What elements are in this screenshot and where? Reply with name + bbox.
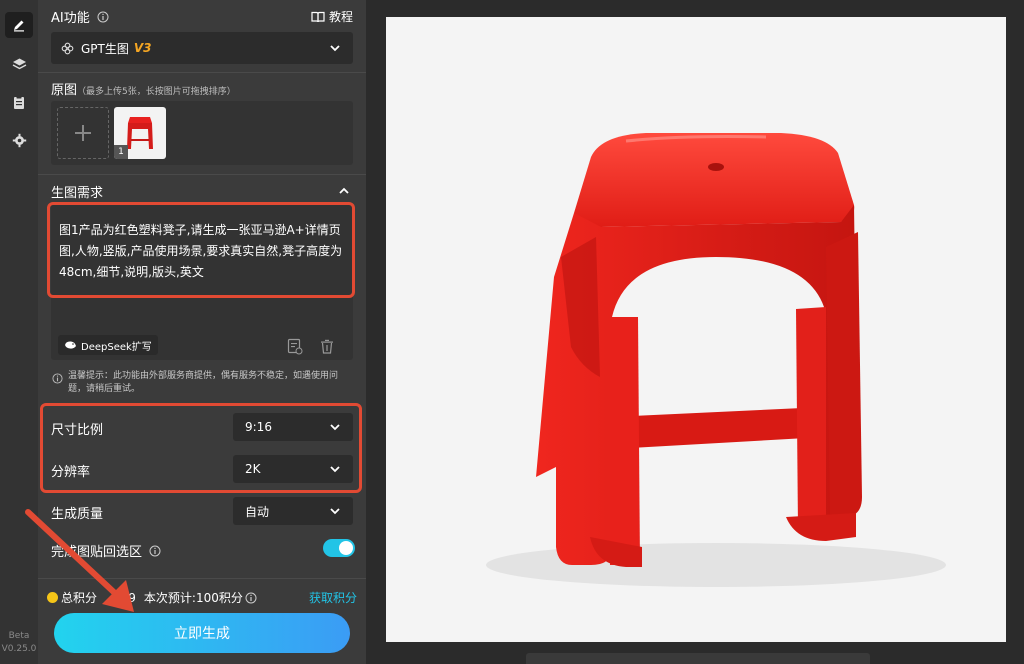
canvas-bottom-toolbar[interactable] [526,653,870,664]
estimate-credits: 本次预计:100积分 [143,591,243,605]
divider [38,72,366,73]
quality-select[interactable]: 自动 [233,497,353,525]
model-select[interactable]: GPT生图 V3 [51,32,353,64]
document-icon[interactable] [287,338,303,355]
flower-icon [61,42,74,54]
get-credits-link[interactable]: 获取积分 [309,589,357,606]
notes-tool-button[interactable] [5,89,33,115]
add-image-button[interactable] [57,107,109,159]
source-images-box: 1 [51,101,353,165]
divider [38,174,366,175]
paste-back-toggle[interactable] [323,539,355,557]
red-stool-image [486,133,946,587]
canvas-area [366,0,1024,664]
edit-tool-button[interactable] [5,12,33,38]
trash-icon[interactable] [320,339,334,354]
source-thumbnail[interactable]: 1 [114,107,166,159]
whale-icon [65,341,76,349]
book-icon [311,11,325,22]
chevron-down-icon [330,508,340,515]
source-images-title: 原图（最多上传5张，长按图片可拖拽排序） [51,83,236,98]
model-name: GPT生图 [81,41,129,56]
product-image[interactable] [386,17,1006,642]
clipboard-icon [14,95,24,109]
tutorial-link[interactable]: 教程 [311,8,353,25]
toggle-knob [339,541,353,555]
service-notice: 温馨提示：此功能由外部服务商提供，偶有服务不稳定，如遇使用问题，请稍后重试。 [68,371,339,394]
chevron-up-icon[interactable] [338,186,350,196]
info-icon [52,373,63,384]
plus-icon [75,125,91,141]
model-version-badge: V3 [133,41,152,55]
prompt-highlight-frame [47,202,355,298]
version-number: V0.25.0 [1,644,37,654]
pencil-icon [14,20,24,32]
info-icon [97,11,109,23]
prompt-title: 生图需求 [51,186,104,201]
layers-tool-button[interactable] [5,51,33,77]
generate-button[interactable]: 立即生成 [54,613,350,653]
gear-icon [12,133,26,147]
info-icon [245,592,257,603]
settings-tool-button[interactable] [5,127,33,153]
thumbnail-index: 1 [114,145,128,159]
deepseek-expand-button[interactable]: DeepSeek扩写 [58,335,158,355]
layers-icon [12,58,26,69]
settings-highlight-frame [40,403,362,493]
ai-settings-panel: AI功能 教程 GPT生图 V3 原图（最多上传5张，长按图片可拖拽排序） 1 … [25,0,366,664]
chevron-down-icon [330,45,340,52]
ai-function-title: AI功能 [51,7,109,26]
arrow-annotation-icon [25,509,134,612]
version-tag: Beta [8,631,30,641]
